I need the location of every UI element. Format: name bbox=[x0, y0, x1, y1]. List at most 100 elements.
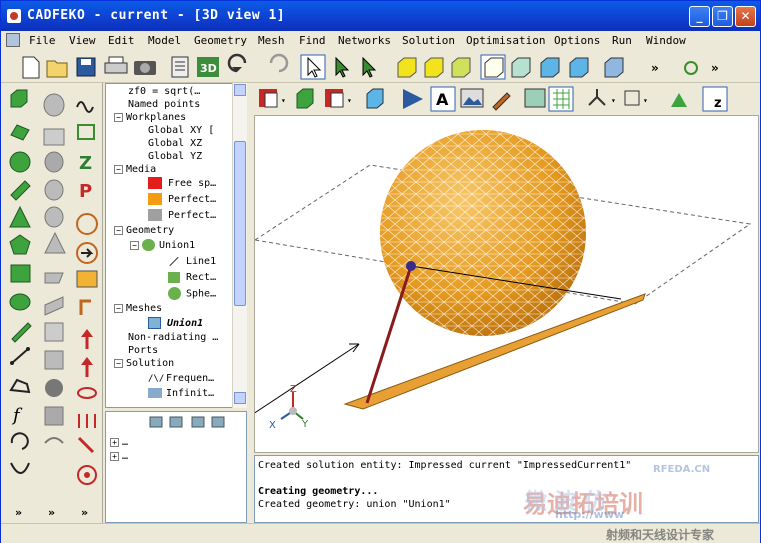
pencil-icon[interactable] bbox=[492, 92, 511, 111]
triple-arrow-icon[interactable] bbox=[78, 414, 96, 428]
ellipse-tool-icon[interactable] bbox=[9, 293, 31, 311]
panel-tool-icon-4[interactable] bbox=[211, 416, 225, 428]
menu-find[interactable]: Find bbox=[299, 34, 326, 47]
toolbox-overflow-icon-2[interactable]: » bbox=[48, 506, 55, 519]
cylinder-tool-icon[interactable] bbox=[10, 180, 31, 201]
shape-col2-icon-5[interactable] bbox=[44, 206, 64, 228]
tree-row[interactable]: Named points bbox=[128, 98, 200, 111]
3d-view-icon[interactable]: 3D bbox=[197, 57, 219, 77]
3d-view[interactable]: Z X Y bbox=[254, 115, 759, 453]
scroll-down-button[interactable] bbox=[234, 392, 246, 404]
tree-row[interactable]: Free sp… bbox=[148, 177, 216, 190]
cube-mesh-icon[interactable] bbox=[511, 57, 531, 78]
scroll-thumb[interactable] bbox=[234, 141, 246, 306]
tree-row[interactable]: − Meshes bbox=[114, 302, 162, 315]
up-arrow-icon-2[interactable] bbox=[81, 357, 93, 377]
panel-tool-icon-3[interactable] bbox=[191, 416, 205, 428]
grid-tool-icon[interactable] bbox=[77, 124, 95, 140]
cube-blue-icon-2[interactable] bbox=[569, 57, 589, 78]
tree-row[interactable]: Infinit… bbox=[148, 387, 214, 400]
arc-tool-icon[interactable] bbox=[10, 432, 29, 450]
grid-toggle-icon[interactable] bbox=[548, 86, 574, 112]
app-icon[interactable] bbox=[7, 9, 21, 23]
restore-button[interactable]: ❐ bbox=[712, 6, 733, 27]
list-item[interactable]: +… bbox=[110, 436, 128, 449]
diag-arrow-icon[interactable] bbox=[77, 436, 95, 454]
spline-tool-icon[interactable] bbox=[10, 462, 30, 474]
up-arrow-icon[interactable] bbox=[81, 329, 93, 349]
collapse-icon[interactable]: − bbox=[114, 112, 123, 122]
menu-model[interactable]: Model bbox=[148, 34, 181, 47]
tree-row[interactable]: Global YZ bbox=[148, 150, 202, 163]
line-tool-icon[interactable] bbox=[10, 347, 30, 365]
collapse-icon[interactable]: − bbox=[114, 303, 123, 313]
tree-row[interactable]: Line1 bbox=[168, 255, 216, 268]
cube-wire-icon[interactable] bbox=[480, 54, 506, 80]
tree-row[interactable]: − Union1 bbox=[130, 239, 195, 252]
list-item[interactable]: +… bbox=[110, 450, 128, 463]
cube-blue-icon[interactable] bbox=[540, 57, 560, 78]
annotation-icon[interactable]: A bbox=[430, 86, 456, 112]
toolbox-overflow-icon-3[interactable]: » bbox=[81, 506, 88, 519]
select-pointer-icon[interactable] bbox=[300, 54, 326, 80]
shape-col2-icon-4[interactable] bbox=[44, 179, 64, 201]
menu-options[interactable]: Options bbox=[554, 34, 600, 47]
cube-yellow-icon-3[interactable] bbox=[451, 57, 471, 78]
port-icon[interactable] bbox=[403, 89, 423, 109]
shape-col2-icon[interactable] bbox=[43, 93, 65, 117]
function-tool-icon[interactable]: f bbox=[11, 405, 23, 426]
cone-tool-icon[interactable] bbox=[9, 205, 31, 228]
shape-col2-icon-9[interactable] bbox=[44, 322, 64, 342]
bend-arrow-icon[interactable] bbox=[79, 299, 91, 315]
tree-row[interactable]: Perfect… bbox=[148, 193, 216, 206]
collapse-icon[interactable]: − bbox=[130, 240, 139, 250]
toolbar-overflow-icon[interactable]: » bbox=[651, 61, 659, 75]
arrow-circle-icon[interactable] bbox=[76, 242, 98, 264]
panel-tool-icon-2[interactable] bbox=[169, 416, 183, 428]
workplane-icon[interactable]: ▾ bbox=[624, 90, 648, 106]
wedge-tool-icon[interactable] bbox=[10, 124, 30, 141]
minimize-button[interactable]: _ bbox=[689, 6, 710, 27]
tree-row[interactable]: − Geometry bbox=[114, 224, 174, 237]
collapse-icon[interactable]: − bbox=[114, 164, 123, 174]
cuboid-tool-icon[interactable] bbox=[10, 89, 28, 108]
shape-col2-icon-7[interactable] bbox=[44, 272, 64, 284]
tree-row[interactable]: Non-radiating … bbox=[128, 331, 218, 344]
print-icon[interactable] bbox=[104, 56, 128, 74]
view-iso-icon[interactable] bbox=[296, 88, 314, 109]
menu-optimisation[interactable]: Optimisation bbox=[466, 34, 545, 47]
menu-geometry[interactable]: Geometry bbox=[194, 34, 247, 47]
feed-point[interactable] bbox=[406, 261, 416, 271]
grid-view-icon[interactable] bbox=[524, 88, 546, 108]
shape-col2-icon-2[interactable] bbox=[43, 128, 65, 146]
menu-edit[interactable]: Edit bbox=[108, 34, 135, 47]
menu-networks[interactable]: Networks bbox=[338, 34, 391, 47]
tree-row[interactable]: Perfect… bbox=[148, 209, 216, 222]
axes-icon[interactable]: ▾ bbox=[588, 89, 616, 106]
rectangle-tool-icon[interactable] bbox=[10, 264, 31, 283]
cube-yellow-icon-2[interactable] bbox=[424, 57, 444, 78]
cube-bluegrid-icon[interactable] bbox=[604, 57, 624, 78]
ground-icon[interactable] bbox=[671, 93, 687, 107]
menu-file[interactable]: File bbox=[29, 34, 56, 47]
open-folder-icon[interactable] bbox=[46, 60, 68, 78]
loop-icon[interactable] bbox=[77, 387, 97, 399]
source-circle-icon[interactable] bbox=[76, 213, 98, 235]
tree-row[interactable]: Ports bbox=[128, 344, 158, 357]
menu-run[interactable]: Run bbox=[612, 34, 632, 47]
tree-row[interactable]: Global XY [ bbox=[148, 124, 214, 137]
wave-tool-icon[interactable] bbox=[76, 101, 94, 113]
menu-window[interactable]: Window bbox=[646, 34, 686, 47]
radiation-icon[interactable] bbox=[77, 465, 97, 485]
tree-row[interactable]: Sphe… bbox=[168, 287, 216, 300]
shape-col2-icon-13[interactable] bbox=[44, 437, 64, 444]
shape-col2-icon-3[interactable] bbox=[44, 151, 64, 173]
redo-icon[interactable] bbox=[269, 53, 289, 73]
antenna-icon[interactable] bbox=[684, 61, 698, 75]
polygon-tool-icon[interactable] bbox=[9, 234, 31, 255]
tree-row[interactable]: − Workplanes bbox=[114, 111, 186, 124]
mdi-icon[interactable] bbox=[6, 33, 20, 47]
view-front-icon[interactable]: ▾ bbox=[259, 89, 286, 108]
camera-icon[interactable] bbox=[134, 61, 156, 75]
scroll-up-button[interactable] bbox=[234, 84, 246, 96]
